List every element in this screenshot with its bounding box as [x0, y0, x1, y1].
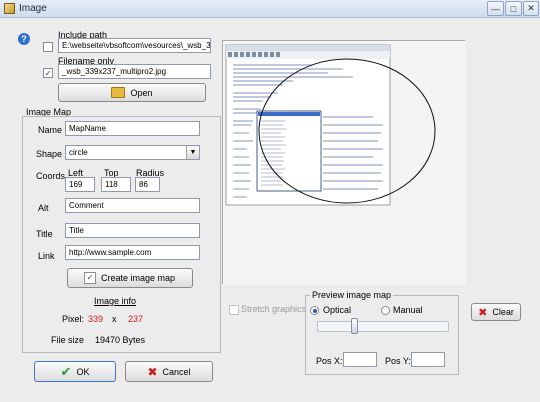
top-field[interactable]: 118 — [101, 177, 131, 192]
left-field[interactable]: 169 — [65, 177, 95, 192]
minimize-icon: — — [491, 3, 500, 14]
clear-button-label: Clear — [492, 307, 514, 317]
title-label: Title — [36, 229, 53, 239]
clear-button[interactable]: ✖ Clear — [471, 303, 521, 321]
link-label: Link — [38, 251, 55, 261]
help-icon[interactable]: ? — [18, 33, 30, 45]
manual-radio[interactable] — [381, 306, 390, 315]
close-window-button[interactable]: ✕ — [523, 1, 539, 16]
pos-x-label: Pos X: — [316, 356, 343, 366]
filename-field[interactable]: _wsb_339x237_multipro2.jpg — [58, 64, 211, 79]
stretch-graphics-checkbox[interactable] — [229, 305, 239, 315]
window-title: Image — [19, 3, 47, 14]
minimize-button[interactable]: — — [487, 1, 504, 16]
open-button[interactable]: Open — [58, 83, 206, 102]
maximize-button[interactable]: □ — [505, 1, 522, 16]
preview-image-map-label: Preview image map — [310, 290, 394, 300]
cancel-button-label: Cancel — [162, 366, 191, 377]
preview-slider[interactable] — [317, 321, 449, 332]
file-size-label: File size — [51, 335, 85, 345]
shape-select[interactable]: circle — [65, 145, 200, 160]
alt-field[interactable]: Comment — [65, 198, 200, 213]
clear-x-icon: ✖ — [478, 306, 488, 319]
coords-label: Coords — [36, 171, 66, 181]
file-size-value: 19470 Bytes — [95, 335, 146, 345]
create-image-map-checkbox[interactable]: ✓ — [84, 272, 96, 284]
close-icon: ✕ — [527, 3, 535, 13]
create-image-map-toggle[interactable]: ✓ Create image map — [67, 268, 193, 288]
pixel-label: Pixel: — [62, 314, 85, 324]
image-info-heading: Image info — [94, 296, 137, 306]
create-image-map-label: Create image map — [101, 273, 176, 283]
cancel-x-icon: ✖ — [147, 364, 158, 379]
title-bar — [0, 0, 540, 18]
ok-button[interactable]: ✔ OK — [34, 361, 116, 382]
link-field[interactable]: http://www.sample.com — [65, 245, 200, 260]
optical-radio[interactable] — [310, 306, 319, 315]
pos-x-field[interactable] — [343, 352, 377, 367]
open-button-label: Open — [130, 87, 153, 98]
checkmark-icon: ✔ — [60, 363, 72, 379]
open-folder-icon — [111, 87, 126, 98]
preview-screenshot-graphic — [223, 41, 466, 285]
pos-y-label: Pos Y: — [385, 356, 411, 366]
name-field[interactable]: MapName — [65, 121, 200, 136]
pixel-x-separator: x — [112, 314, 117, 324]
slider-thumb[interactable] — [351, 318, 358, 334]
image-app-icon — [4, 3, 15, 14]
radius-field[interactable]: 86 — [135, 177, 160, 192]
optical-label: Optical — [323, 305, 352, 315]
pixel-height: 237 — [128, 314, 144, 324]
include-path-checkbox[interactable] — [43, 42, 53, 52]
title-field[interactable]: Title — [65, 223, 200, 238]
name-label: Name — [38, 125, 63, 135]
ok-button-label: OK — [76, 366, 90, 377]
shape-select-value: circle — [69, 148, 88, 157]
include-path-field[interactable]: E:\webseite\vbsoftcom\vesources\_wsb_339… — [58, 38, 211, 53]
alt-label: Alt — [38, 203, 49, 213]
pixel-width: 339 — [88, 314, 104, 324]
shape-label: Shape — [36, 149, 63, 159]
restore-icon: □ — [510, 3, 517, 14]
stretch-graphics-label: Stretch graphics — [241, 304, 307, 314]
manual-label: Manual — [393, 305, 423, 315]
pos-y-field[interactable] — [411, 352, 445, 367]
filename-only-checkbox[interactable]: ✓ — [43, 68, 53, 78]
cancel-button[interactable]: ✖ Cancel — [125, 361, 213, 382]
chevron-down-icon[interactable]: ▼ — [186, 146, 199, 159]
image-preview[interactable] — [222, 40, 466, 285]
